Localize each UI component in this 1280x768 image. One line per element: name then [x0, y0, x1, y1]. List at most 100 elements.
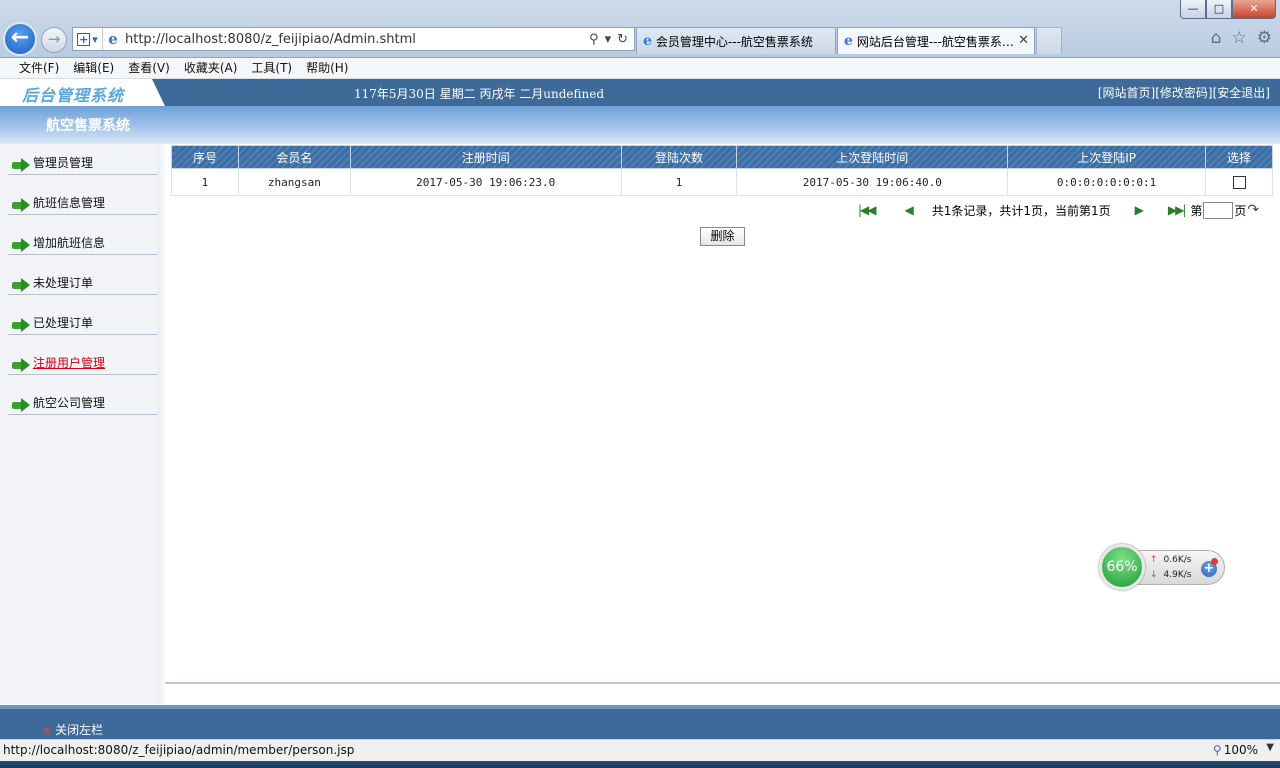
menu-view[interactable]: 查看(V): [121, 58, 177, 78]
memory-usage-badge: 66%: [1099, 544, 1145, 590]
link-change-password[interactable]: [修改密码]: [1155, 84, 1212, 101]
sidebar-item-label: 管理员管理: [33, 156, 94, 170]
arrow-icon: [12, 278, 31, 292]
home-icon[interactable]: ⌂: [1211, 28, 1222, 48]
sidebar-item-label: 航空公司管理: [33, 396, 106, 410]
download-speed-value: 4.9K/s: [1163, 570, 1192, 580]
favorites-star-icon[interactable]: ☆: [1232, 28, 1247, 48]
forward-arrow-icon[interactable]: →: [41, 27, 67, 53]
date-display: 117年5月30日 星期二 丙戌年 二月undefined: [354, 87, 605, 101]
prev-page-icon[interactable]: ◀: [905, 203, 914, 217]
close-window-icon[interactable]: ✕: [1232, 0, 1276, 19]
logo: 后台管理系统: [22, 86, 125, 105]
refresh-icon[interactable]: ↻: [617, 32, 628, 47]
menu-tools[interactable]: 工具(T): [244, 58, 299, 78]
system-title: 航空售票系统: [46, 118, 130, 134]
download-speed: ↓ 4.9K/s: [1150, 570, 1191, 580]
address-bar[interactable]: + ▾ e http://localhost:8080/z_feijipiao/A…: [72, 27, 635, 51]
zoom-level[interactable]: ⚲ 100%: [1213, 743, 1258, 757]
col-header: 上次登陆IP: [1007, 145, 1207, 169]
sidebar-item-processed-orders[interactable]: 已处理订单: [8, 304, 157, 335]
arrow-icon: [12, 358, 31, 372]
col-header: 会员名: [237, 145, 351, 169]
page-number-input[interactable]: [1203, 201, 1234, 219]
pager-summary: 共1条记录，共计1页，当前第1页: [931, 203, 1111, 218]
ie-tab-icon: e: [643, 33, 652, 49]
col-header: 序号: [171, 145, 239, 169]
compat-view-icon[interactable]: + ▾: [73, 28, 103, 50]
delete-button[interactable]: 删除: [700, 227, 745, 246]
last-page-icon[interactable]: ▶▶|: [1168, 203, 1186, 217]
ie-page-icon: e: [108, 30, 118, 48]
sidebar-item-label: 未处理订单: [33, 276, 94, 290]
taskbar: [0, 761, 1280, 768]
sidebar-item-users[interactable]: 注册用户管理: [8, 344, 157, 375]
row-checkbox[interactable]: [1232, 175, 1246, 189]
menu-edit[interactable]: 编辑(E): [66, 58, 121, 78]
menu-help[interactable]: 帮助(H): [299, 58, 355, 78]
page: 后台管理系统 117年5月30日 星期二 丙戌年 二月undefined [网站…: [0, 79, 1280, 739]
zoom-dropdown-icon[interactable]: ▼: [1266, 742, 1274, 753]
menu-file[interactable]: 文件(F): [12, 58, 66, 78]
zoom-icon: ⚲: [1212, 743, 1222, 757]
logo-block: 后台管理系统: [0, 79, 165, 106]
arrow-icon: [12, 158, 31, 172]
up-arrow-icon: ↑: [1150, 555, 1158, 565]
zoom-value: 100%: [1223, 743, 1258, 757]
sidebar-item-admin[interactable]: 管理员管理: [8, 144, 157, 175]
pagination: |◀◀ ◀ 共1条记录，共计1页，当前第1页 ▶ ▶▶| 第 页 ↷: [858, 201, 1259, 219]
col-header: 登陆次数: [620, 145, 738, 169]
first-page-icon[interactable]: |◀◀: [858, 203, 876, 217]
sidebar-item-add-flight[interactable]: 增加航班信息: [8, 224, 157, 255]
minimize-icon[interactable]: —: [1180, 0, 1206, 19]
maximize-icon[interactable]: □: [1206, 0, 1232, 19]
close-sidebar-link[interactable]: × 关闭左栏: [42, 721, 103, 738]
col-header: 注册时间: [349, 145, 622, 169]
sidebar-item-pending-orders[interactable]: 未处理订单: [8, 264, 157, 295]
sidebar: 管理员管理 航班信息管理 增加航班信息 未处理订单 已处理订单 注册用户管理 航…: [0, 144, 165, 704]
search-icon[interactable]: ⚲: [589, 32, 599, 47]
sidebar-item-airlines[interactable]: 航空公司管理: [8, 384, 157, 415]
sidebar-item-flights[interactable]: 航班信息管理: [8, 184, 157, 215]
down-arrow-icon: ↓: [1150, 570, 1158, 580]
back-arrow-icon[interactable]: ←: [3, 22, 37, 56]
page-suffix: 页: [1234, 203, 1247, 218]
notification-dot-icon: [1211, 558, 1218, 565]
footer: × 关闭左栏: [0, 705, 1280, 739]
link-home[interactable]: [网站首页]: [1098, 84, 1155, 101]
net-speed-widget[interactable]: 66% ↑ 0.6K/s ↓ 4.9K/s +: [1099, 544, 1225, 590]
page-prefix: 第: [1190, 203, 1203, 218]
next-page-icon[interactable]: ▶: [1135, 203, 1144, 217]
arrow-icon: [12, 398, 31, 412]
go-icon[interactable]: ↷: [1247, 202, 1259, 218]
dropdown-icon[interactable]: ▾: [605, 32, 612, 47]
status-bar: http://localhost:8080/z_feijipiao/admin/…: [0, 739, 1280, 761]
close-sidebar-label: 关闭左栏: [55, 723, 104, 737]
menu-favorites[interactable]: 收藏夹(A): [177, 58, 245, 78]
main-content: 序号 会员名 注册时间 登陆次数 上次登陆时间 上次登陆IP 选择 1 zhan…: [165, 144, 1280, 682]
arrow-icon: [12, 198, 31, 212]
sidebar-item-label: 已处理订单: [33, 316, 94, 330]
tab-label: 网站后台管理---航空售票系…: [856, 34, 1014, 49]
site-header: 后台管理系统 117年5月30日 星期二 丙戌年 二月undefined [网站…: [0, 79, 1280, 106]
tab-admin[interactable]: e 网站后台管理---航空售票系… ✕: [837, 27, 1035, 54]
cell-last-login-ip: 0:0:0:0:0:0:0:1: [1007, 168, 1207, 196]
tab-member-center[interactable]: e 会员管理中心---航空售票系统: [636, 27, 836, 54]
arrow-icon: [12, 318, 31, 332]
cell-select: [1205, 168, 1273, 196]
address-url[interactable]: http://localhost:8080/z_feijipiao/Admin.…: [123, 32, 589, 47]
cell-login-count: 1: [620, 168, 738, 196]
tab-label: 会员管理中心---航空售票系统: [655, 34, 813, 49]
link-logout[interactable]: [安全退出]: [1213, 84, 1270, 101]
cell-index: 1: [171, 168, 239, 196]
status-url: http://localhost:8080/z_feijipiao/admin/…: [3, 743, 355, 757]
new-tab-button[interactable]: [1036, 27, 1062, 54]
gear-icon[interactable]: ⚙: [1257, 28, 1272, 48]
top-links: [网站首页] [修改密码] [安全退出]: [1098, 84, 1270, 101]
members-table: 序号 会员名 注册时间 登陆次数 上次登陆时间 上次登陆IP 选择 1 zhan…: [171, 145, 1273, 196]
close-tab-icon[interactable]: ✕: [1018, 33, 1029, 48]
cell-register-time: 2017-05-30 19:06:23.0: [349, 168, 622, 196]
cell-username: zhangsan: [237, 168, 351, 196]
window-controls: — □ ✕: [1180, 0, 1276, 19]
col-header: 选择: [1205, 145, 1273, 169]
